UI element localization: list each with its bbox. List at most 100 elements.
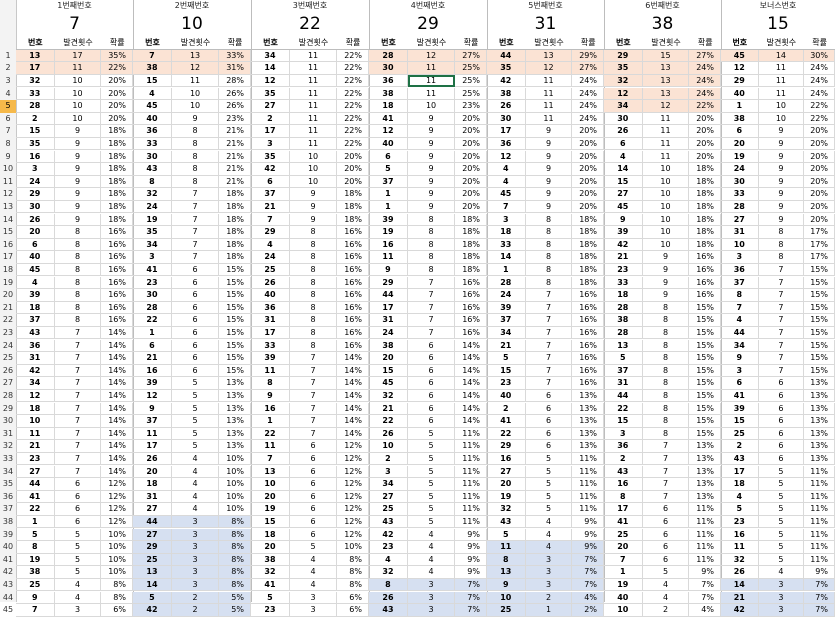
cell-count[interactable]: 6	[171, 301, 220, 315]
cell-probability[interactable]: 14%	[101, 465, 133, 479]
cell-count[interactable]: 8	[642, 427, 690, 441]
cell-count[interactable]: 4	[289, 578, 338, 592]
cell-number[interactable]: 26	[16, 213, 55, 227]
cell-number[interactable]: 38	[369, 339, 408, 353]
cell-count[interactable]: 8	[54, 276, 102, 290]
cell-number[interactable]: 43	[16, 326, 55, 340]
cell-count[interactable]: 9	[289, 200, 338, 214]
cell-probability[interactable]: 15%	[804, 314, 835, 327]
cell-number[interactable]: 3	[16, 163, 55, 176]
cell-probability[interactable]: 12%	[337, 528, 369, 542]
column-header-count[interactable]: 발견횟수	[172, 37, 219, 50]
cell-probability[interactable]: 15%	[689, 352, 721, 365]
cell-probability[interactable]: 12%	[337, 515, 369, 529]
cell-count[interactable]: 6	[171, 276, 220, 290]
cell-count[interactable]: 6	[407, 402, 456, 416]
row-header[interactable]: 4	[0, 88, 16, 101]
cell-number[interactable]: 29	[604, 49, 643, 63]
cell-count[interactable]: 4	[407, 553, 456, 567]
cell-count[interactable]: 8	[758, 226, 805, 239]
cell-probability[interactable]: 22%	[337, 137, 369, 151]
cell-count[interactable]: 2	[642, 604, 690, 617]
cell-count[interactable]: 5	[171, 440, 220, 453]
cell-count[interactable]: 6	[407, 364, 456, 378]
cell-probability[interactable]: 11%	[455, 452, 487, 466]
cell-number[interactable]: 21	[604, 251, 643, 264]
cell-count[interactable]: 10	[642, 188, 690, 201]
cell-count[interactable]: 8	[758, 238, 805, 252]
cell-probability[interactable]: 14%	[101, 415, 133, 428]
cell-count[interactable]: 9	[407, 163, 456, 176]
cell-count[interactable]: 4	[171, 452, 220, 466]
cell-count[interactable]: 7	[758, 301, 805, 315]
cell-count[interactable]: 8	[642, 415, 690, 428]
cell-probability[interactable]: 16%	[101, 276, 133, 290]
cell-number[interactable]: 6	[604, 137, 643, 151]
cell-count[interactable]: 4	[407, 528, 456, 542]
cell-count[interactable]: 8	[642, 389, 690, 403]
cell-number[interactable]: 12	[16, 389, 55, 403]
cell-count[interactable]: 5	[407, 503, 456, 516]
cell-probability[interactable]: 14%	[101, 440, 133, 453]
cell-number[interactable]: 24	[133, 200, 172, 214]
cell-probability[interactable]: 11%	[804, 490, 835, 504]
cell-probability[interactable]: 16%	[101, 289, 133, 302]
cell-probability[interactable]: 20%	[455, 200, 487, 214]
cell-probability[interactable]: 7%	[572, 566, 604, 579]
cell-count[interactable]: 8	[289, 314, 338, 327]
cell-count[interactable]: 6	[758, 415, 805, 428]
cell-probability[interactable]: 18%	[572, 263, 604, 277]
cell-probability[interactable]: 20%	[804, 200, 835, 214]
cell-probability[interactable]: 20%	[804, 137, 835, 151]
cell-count[interactable]: 8	[289, 226, 338, 239]
cell-probability[interactable]: 22%	[804, 112, 835, 126]
cell-count[interactable]: 7	[758, 289, 805, 302]
cell-number[interactable]: 23	[16, 452, 55, 466]
cell-count[interactable]: 8	[642, 352, 690, 365]
cell-probability[interactable]: 13%	[689, 465, 721, 479]
cell-number[interactable]: 36	[369, 74, 408, 88]
cell-number[interactable]: 43	[487, 515, 526, 529]
cell-probability[interactable]: 11%	[689, 541, 721, 554]
cell-count[interactable]: 5	[54, 566, 102, 579]
cell-number[interactable]: 18	[16, 301, 55, 315]
cell-probability[interactable]: 16%	[337, 339, 369, 353]
cell-probability[interactable]: 11%	[455, 465, 487, 479]
cell-number[interactable]: 26	[721, 566, 759, 579]
cell-count[interactable]: 6	[171, 314, 220, 327]
cell-number[interactable]: 2	[369, 452, 408, 466]
cell-count[interactable]: 7	[289, 402, 338, 416]
cell-count[interactable]: 8	[171, 150, 220, 164]
cell-count[interactable]: 5	[54, 553, 102, 567]
cell-probability[interactable]: 20%	[337, 150, 369, 164]
cell-number[interactable]: 6	[133, 339, 172, 353]
cell-probability[interactable]: 10%	[219, 452, 251, 466]
cell-count[interactable]: 9	[171, 112, 220, 126]
cell-number[interactable]: 20	[251, 490, 290, 504]
cell-count[interactable]: 7	[54, 326, 102, 340]
cell-count[interactable]: 5	[407, 465, 456, 479]
cell-number[interactable]: 8	[721, 289, 759, 302]
cell-number[interactable]: 4	[721, 490, 759, 504]
cell-probability[interactable]: 25%	[455, 87, 487, 101]
cell-count[interactable]: 9	[642, 251, 690, 264]
cell-probability[interactable]: 15%	[804, 364, 835, 378]
cell-probability[interactable]: 13%	[572, 389, 604, 403]
cell-number[interactable]: 27	[251, 100, 290, 113]
cell-count[interactable]: 9	[54, 150, 102, 164]
cell-number[interactable]: 15	[487, 364, 526, 378]
cell-count[interactable]: 4	[54, 591, 102, 605]
cell-probability[interactable]: 6%	[337, 591, 369, 605]
row-header[interactable]: 30	[0, 415, 16, 428]
cell-count[interactable]: 7	[758, 364, 805, 378]
cell-number[interactable]: 23	[251, 604, 290, 617]
cell-count[interactable]: 7	[289, 352, 338, 365]
cell-count[interactable]: 7	[289, 377, 338, 390]
row-header[interactable]: 13	[0, 201, 16, 214]
cell-count[interactable]: 7	[758, 339, 805, 353]
cell-count[interactable]: 10	[171, 100, 220, 113]
cell-probability[interactable]: 13%	[804, 415, 835, 428]
cell-probability[interactable]: 11%	[689, 528, 721, 542]
cell-number[interactable]: 35	[133, 226, 172, 239]
cell-probability[interactable]: 20%	[572, 150, 604, 164]
